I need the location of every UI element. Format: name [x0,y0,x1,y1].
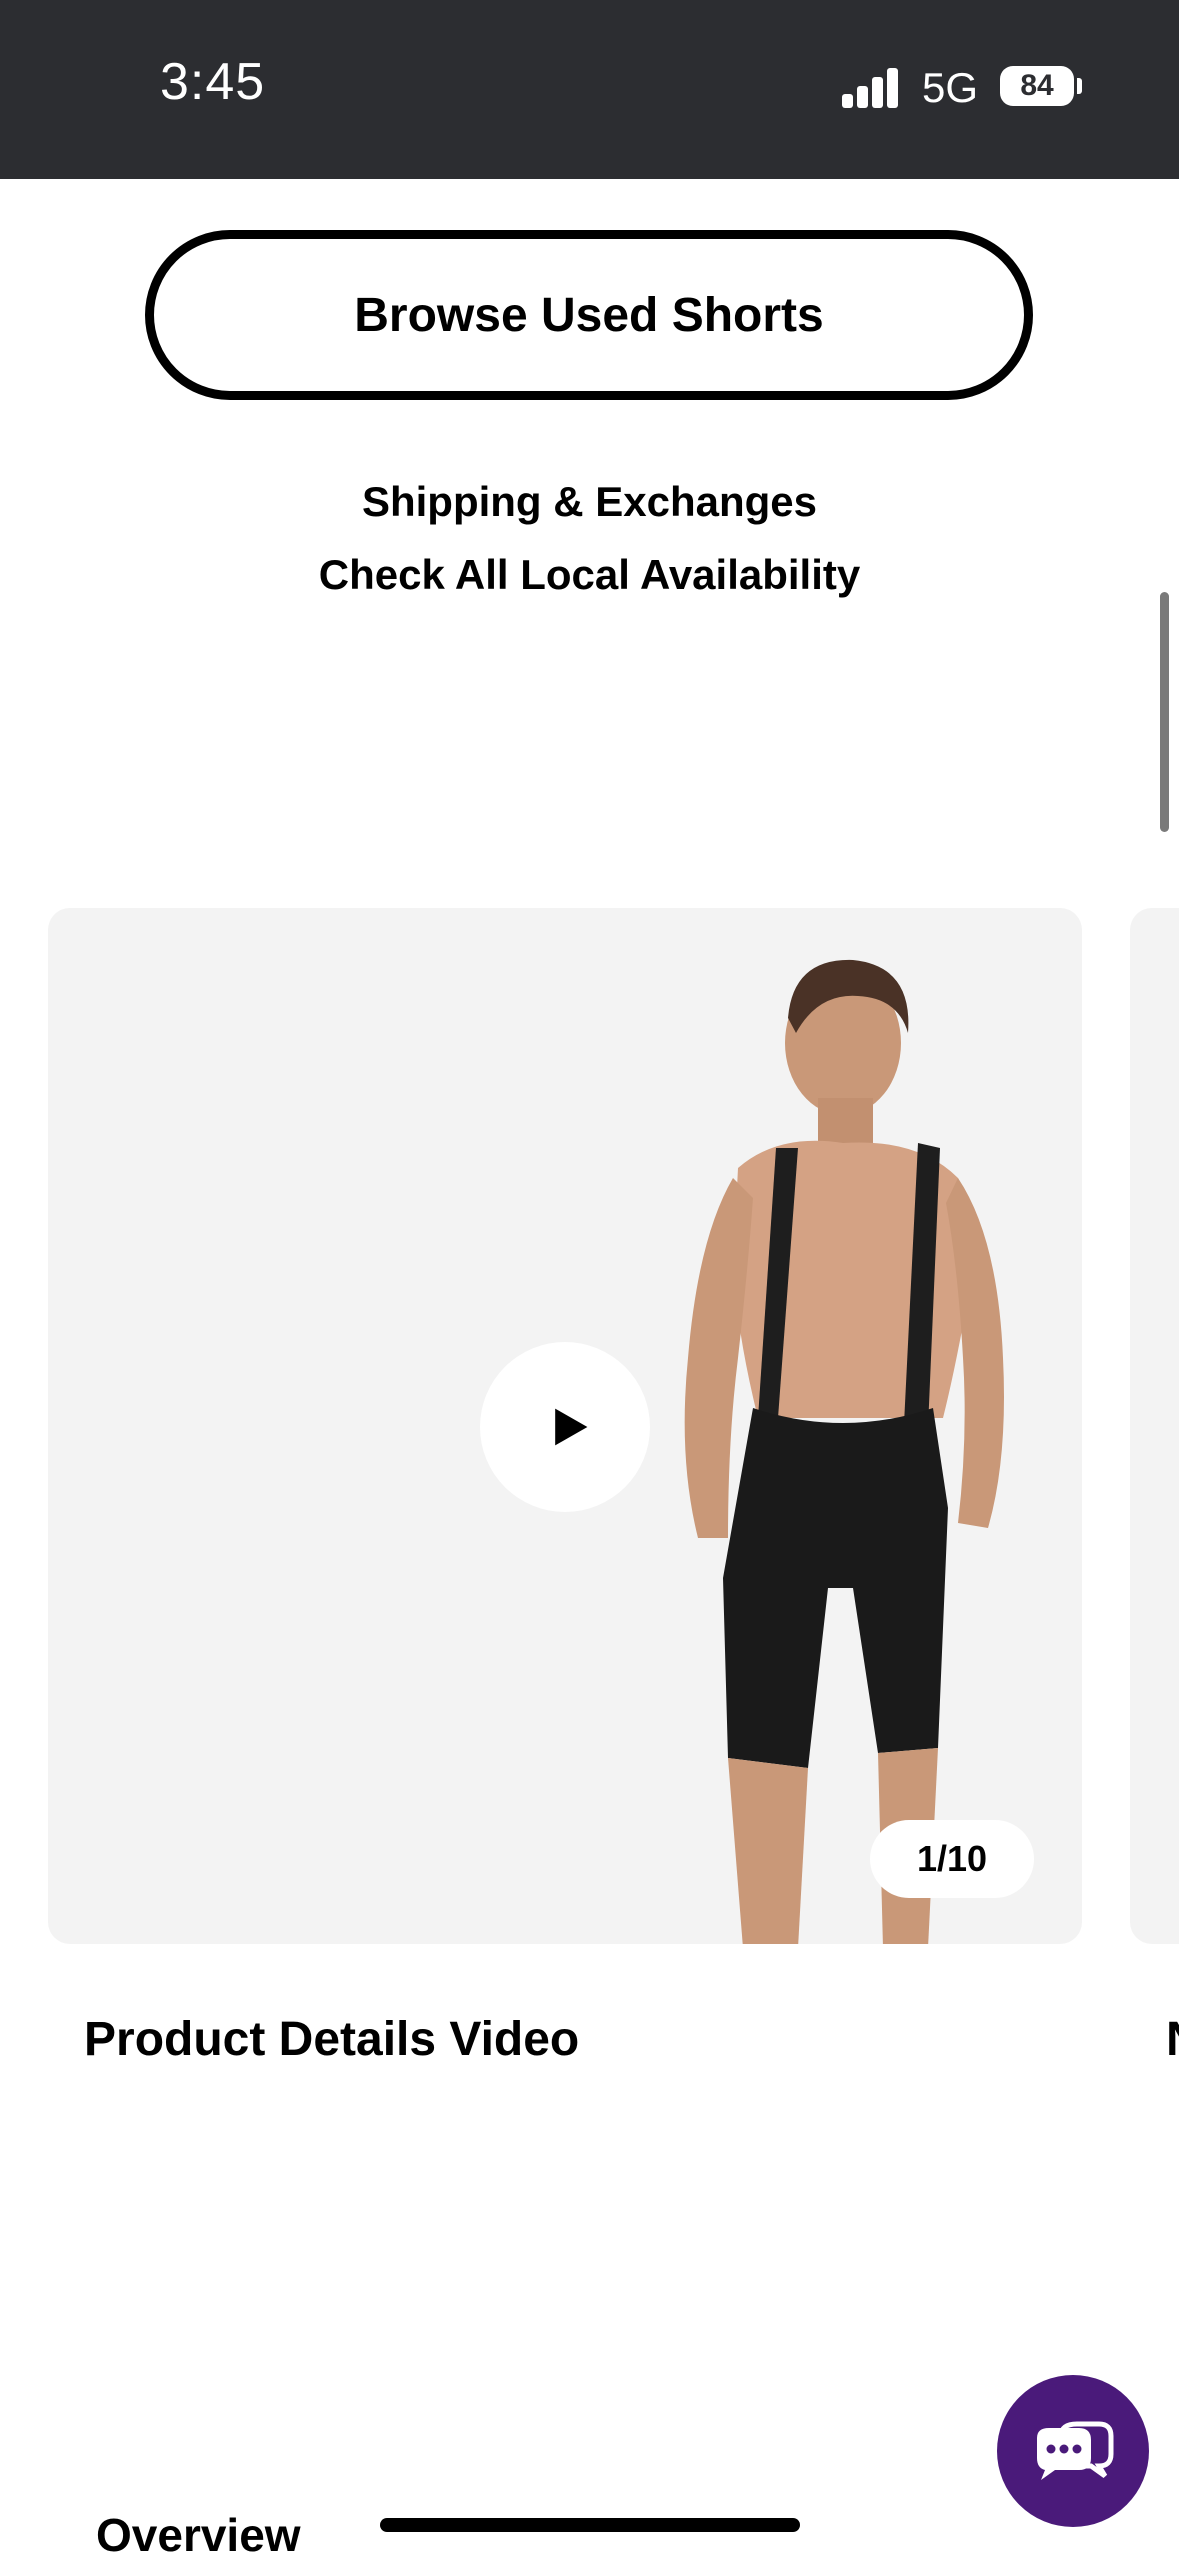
browse-used-shorts-button[interactable]: Browse Used Shorts [145,230,1033,400]
status-time: 3:45 [160,53,266,111]
check-availability-link[interactable]: Check All Local Availability [0,551,1179,599]
chat-bubbles-icon [1037,2421,1114,2480]
scrollbar[interactable] [1160,592,1169,832]
play-video-button[interactable] [480,1342,650,1512]
product-model-image [684,959,1004,1944]
battery-icon: 84 [1000,66,1074,106]
shipping-exchanges-link[interactable]: Shipping & Exchanges [0,478,1179,526]
home-indicator[interactable] [380,2518,800,2532]
media-title: Product Details Video [84,2013,580,2066]
media-counter: 1/10 [870,1820,1034,1898]
chat-button[interactable] [997,2375,1149,2527]
battery-nub [1077,78,1082,94]
overview-heading: Overview [96,2509,301,2556]
signal-icon [842,66,900,108]
next-media-card[interactable] [1130,908,1179,1944]
network-type: 5G [922,64,979,111]
status-bar: 3:45 5G 84 [0,0,1179,179]
product-media-card[interactable]: 1/10 [48,908,1082,1944]
play-icon [555,1408,588,1446]
next-media-title: N [1166,2012,1179,2067]
